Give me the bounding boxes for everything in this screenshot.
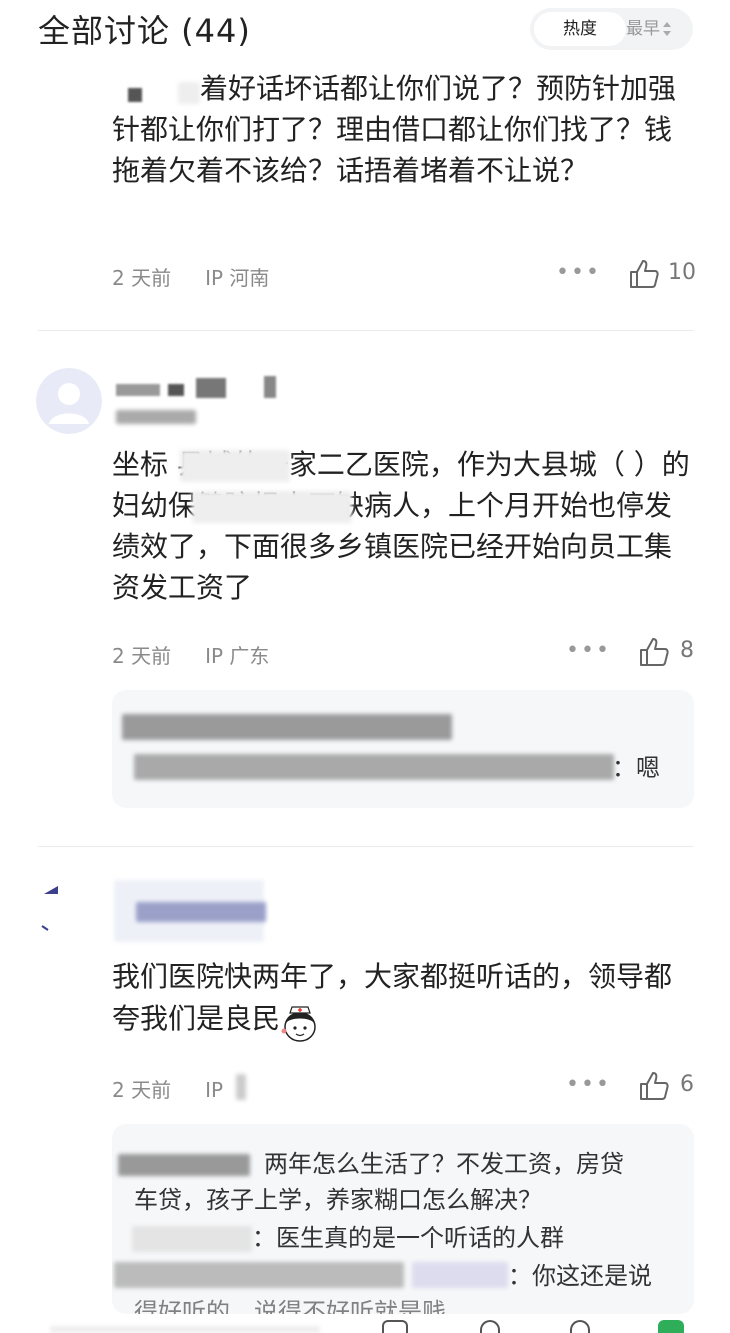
- comment-text-body: 我们医院快两年了，大家都挺听话的，领导都夸我们是良民: [112, 960, 673, 1035]
- redacted-block: [116, 410, 196, 424]
- sort-arrows-icon: [663, 22, 671, 36]
- redacted-mention: [412, 1262, 508, 1288]
- redacted-block: [168, 384, 184, 396]
- sort-latest-button[interactable]: 最早: [626, 12, 690, 46]
- thumbs-up-icon: [640, 638, 669, 666]
- like-button[interactable]: 10: [628, 258, 696, 292]
- discussion-header: 全部讨论 (44) 热度 最早: [0, 0, 730, 62]
- redacted-block: [264, 376, 276, 398]
- divider: [38, 846, 694, 847]
- reply-box[interactable]: ：嗯: [112, 690, 694, 808]
- more-dots-icon[interactable]: •••: [556, 260, 601, 285]
- comment-meta: 2 天前 IP 广东: [112, 640, 269, 669]
- avatar-icon[interactable]: [40, 882, 60, 932]
- reply-text: 得好听的，说得不好听就是贱: [134, 1298, 446, 1314]
- sort-toggle[interactable]: 热度 最早: [530, 8, 693, 50]
- reply-box[interactable]: 两年怎么生活了？不发工资，房贷 车贷，孩子上学，养家糊口怎么解决？ ：医生真的是…: [112, 1124, 694, 1314]
- reply-text: ：嗯: [612, 754, 660, 782]
- redacted-block: [192, 491, 352, 523]
- redacted-block: [116, 384, 160, 396]
- redacted-reply: [114, 1262, 404, 1288]
- like-count: 10: [668, 260, 696, 285]
- redacted-reply: [134, 754, 614, 780]
- comment-ip: IP 河南: [205, 266, 270, 290]
- reply-text: 车贷，孩子上学，养家糊口怎么解决？: [134, 1186, 542, 1214]
- share-icon[interactable]: [480, 1320, 500, 1333]
- thumbs-up-icon: [630, 260, 659, 288]
- comment-meta: 2 天前 IP: [112, 1074, 223, 1103]
- collect-icon[interactable]: [570, 1320, 590, 1333]
- redacted-reply: [132, 1226, 252, 1252]
- comment-icon[interactable]: [382, 1320, 408, 1333]
- comment-text: 着好话坏话都让你们说了？预防针加强针都让你们打了？理由借口都让你们找了？钱拖着欠…: [112, 72, 677, 187]
- reply-text: 两年怎么生活了？不发工资，房贷: [264, 1150, 624, 1178]
- comment-meta: 2 天前 IP 河南: [112, 262, 269, 291]
- wechat-icon[interactable]: [658, 1320, 684, 1333]
- redacted-block: [196, 378, 226, 398]
- comment-text: 我们医院快两年了，大家都挺听话的，领导都夸我们是良民: [112, 956, 692, 1043]
- redacted-block: [180, 450, 290, 482]
- page-title: 全部讨论 (44): [38, 12, 251, 50]
- thumbs-up-icon: [640, 1072, 669, 1100]
- bottom-toolbar: [0, 1318, 730, 1333]
- like-button[interactable]: 8: [638, 636, 694, 670]
- more-dots-icon[interactable]: •••: [566, 1072, 611, 1097]
- comment-input-hint[interactable]: [50, 1326, 320, 1333]
- comment-time: 2 天前: [112, 1078, 172, 1102]
- sort-hot-button[interactable]: 热度: [534, 12, 626, 46]
- like-button[interactable]: 6: [638, 1070, 694, 1104]
- divider: [38, 330, 694, 331]
- redacted-block: [236, 1074, 246, 1100]
- comment-ip: IP: [205, 1078, 224, 1102]
- comment-time: 2 天前: [112, 266, 172, 290]
- like-count: 6: [680, 1072, 694, 1097]
- redacted-reply: [118, 1154, 250, 1176]
- reply-text: ：你这还是说: [508, 1262, 652, 1290]
- sort-latest-label: 最早: [626, 19, 660, 39]
- comment-ip: IP 广东: [205, 644, 270, 668]
- more-dots-icon[interactable]: •••: [566, 638, 611, 663]
- avatar-placeholder-icon[interactable]: [36, 368, 102, 434]
- username-redacted[interactable]: [136, 902, 266, 922]
- comment-time: 2 天前: [112, 644, 172, 668]
- like-count: 8: [680, 638, 694, 663]
- redacted-reply: [122, 714, 452, 740]
- reply-text: ：医生真的是一个听话的人群: [252, 1224, 564, 1252]
- nurse-emoji-icon: [281, 1006, 316, 1042]
